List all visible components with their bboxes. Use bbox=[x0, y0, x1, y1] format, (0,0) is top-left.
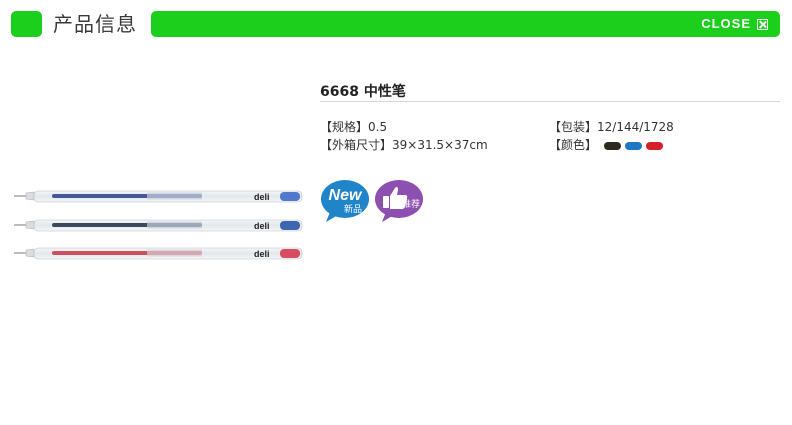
close-button[interactable]: CLOSE bbox=[701, 11, 768, 37]
close-icon[interactable] bbox=[757, 18, 768, 30]
product-image: deli deli deli bbox=[14, 190, 303, 260]
color-label: 【颜色】 bbox=[549, 138, 598, 152]
spec-row: 【规格】0.5 bbox=[320, 118, 387, 135]
box-size-value: 39×31.5×37cm bbox=[392, 138, 488, 152]
pen-red-image: deli bbox=[14, 247, 303, 260]
box-size-label: 【外箱尺寸】 bbox=[320, 138, 393, 152]
header-tab-accent bbox=[11, 11, 42, 37]
pen-blue-image: deli bbox=[14, 190, 303, 203]
product-name: 6668 中性笔 bbox=[320, 84, 406, 100]
color-swatch-blue[interactable] bbox=[624, 141, 642, 150]
package-value: 12/144/1728 bbox=[597, 120, 674, 134]
recommend-badge-text: 推荐 bbox=[402, 198, 420, 210]
page-title: 产品信息 bbox=[53, 12, 137, 36]
new-badge-subtext: 新品 bbox=[344, 203, 362, 215]
color-row: 【颜色】 bbox=[549, 136, 667, 153]
color-swatch-black[interactable] bbox=[603, 141, 621, 150]
pen-brand-text-3: deli bbox=[254, 249, 270, 259]
new-badge-text: New bbox=[329, 187, 363, 204]
box-size-row: 【外箱尺寸】39×31.5×37cm bbox=[320, 136, 488, 153]
close-label: CLOSE bbox=[701, 16, 751, 31]
new-badge: New 新品 bbox=[321, 180, 369, 222]
title-divider bbox=[320, 101, 780, 102]
color-swatch-red[interactable] bbox=[645, 141, 663, 150]
header-bar: CLOSE bbox=[151, 11, 780, 37]
pen-brand-text-2: deli bbox=[254, 221, 270, 231]
package-label: 【包装】 bbox=[549, 120, 598, 134]
recommend-badge: 推荐 bbox=[375, 180, 423, 222]
pen-brand-text-1: deli bbox=[254, 192, 270, 202]
package-row: 【包装】12/144/1728 bbox=[549, 118, 674, 135]
spec-label: 【规格】 bbox=[320, 120, 369, 134]
pen-black-image: deli bbox=[14, 219, 303, 232]
spec-value: 0.5 bbox=[368, 120, 388, 134]
